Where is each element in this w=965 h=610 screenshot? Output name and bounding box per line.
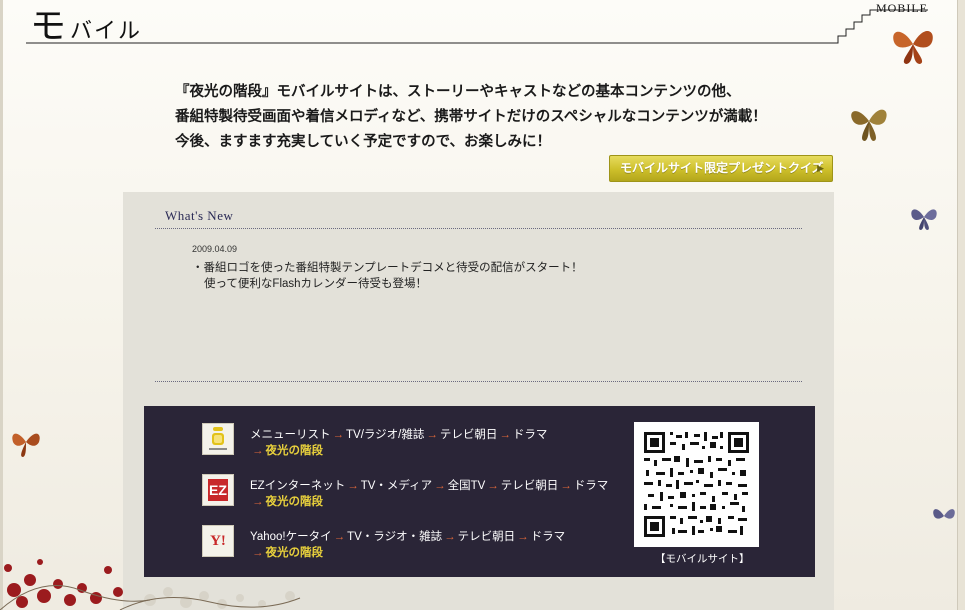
arrow-icon: →: [347, 480, 359, 492]
page-title-big: モ: [30, 6, 67, 46]
whats-new-title: What's New: [165, 208, 234, 223]
path-step: テレビ朝日: [439, 429, 498, 441]
arrow-icon: →: [426, 429, 438, 441]
access-destination-ezweb: → 夜光の階段: [250, 493, 323, 509]
qr-code: [644, 432, 749, 537]
path-step: TV・ラジオ・雑誌: [347, 531, 443, 543]
butterfly-icon: [933, 509, 955, 519]
butterfly-icon: [12, 433, 40, 457]
arrow-icon: →: [560, 480, 572, 492]
page-title-small: バイル: [70, 18, 143, 43]
imode-logo: [209, 427, 227, 450]
play-arrow-icon: ▶: [817, 163, 824, 173]
ezweb-logo: EZ: [208, 479, 228, 501]
path-step: メニューリスト: [250, 429, 331, 441]
access-path-imode: メニューリスト → TV/ラジオ/雑誌 → テレビ朝日 → ドラマ: [250, 426, 547, 442]
path-step: 全国TV: [447, 480, 486, 492]
butterfly-icon: [893, 30, 933, 64]
present-quiz-label: モバイルサイト限定プレゼントクイズ: [620, 161, 824, 175]
intro-line: 番組特製待受画面や着信メロディなど、携帯サイトだけのスペシャルなコンテンツが満載…: [175, 109, 767, 125]
intro-line: 『夜光の階段』モバイルサイトは、ストーリーやキャストなどの基本コンテンツの他、: [175, 84, 741, 100]
path-step: ドラマ: [573, 480, 609, 492]
qr-caption: 【モバイルサイト】: [655, 553, 750, 565]
flower-decoration-icon: [0, 559, 301, 610]
path-step: テレビ朝日: [457, 531, 516, 543]
arrow-icon: →: [499, 429, 511, 441]
arrow-icon: →: [252, 445, 264, 457]
path-step: ドラマ: [530, 531, 566, 543]
arrow-icon: →: [517, 531, 529, 543]
arrow-icon: →: [252, 496, 264, 508]
news-item-text: ・番組ロゴを使った番組特製テンプレートデコメと待受の配信がスタート！: [192, 262, 583, 274]
butterfly-icon: [911, 209, 937, 230]
destination-label: 夜光の階段: [265, 445, 324, 457]
arrow-icon: →: [487, 480, 499, 492]
dotted-divider: [155, 228, 802, 229]
frame-right-edge: [957, 0, 965, 610]
imode-icon: [202, 423, 234, 455]
ezweb-icon: EZ: [202, 474, 234, 506]
intro-line: 今後、ますます充実していく予定ですので、お楽しみに！: [175, 134, 551, 150]
arrow-icon: →: [332, 429, 345, 441]
header-rule: [26, 9, 928, 44]
path-step: TV・メディア: [360, 480, 433, 492]
path-step: テレビ朝日: [500, 480, 559, 492]
frame-left-edge: [0, 0, 3, 610]
destination-label: 夜光の階段: [265, 496, 324, 508]
intro-text: 『夜光の階段』モバイルサイトは、ストーリーやキャストなどの基本コンテンツの他、 …: [175, 80, 815, 155]
access-path-ezweb: EZインターネット → TV・メディア → 全国TV → テレビ朝日 → ドラマ: [250, 477, 608, 493]
qr-code-icon: [634, 422, 759, 547]
present-quiz-button[interactable]: モバイルサイト限定プレゼントクイズ ▶: [609, 155, 833, 182]
path-step: ドラマ: [512, 429, 548, 441]
page-title: モバイル: [30, 6, 142, 46]
news-item-text: 使って便利なFlashカレンダー待受も登場！: [204, 278, 428, 290]
arrow-icon: →: [333, 531, 346, 543]
path-step: EZインターネット: [250, 480, 346, 492]
section-label-en: MOBILE: [876, 1, 928, 15]
dotted-divider: [155, 381, 802, 382]
arrow-icon: →: [444, 531, 456, 543]
access-destination-imode: → 夜光の階段: [250, 442, 323, 458]
arrow-icon: →: [434, 480, 446, 492]
butterfly-icon: [851, 109, 887, 141]
path-step: TV/ラジオ/雑誌: [346, 429, 425, 441]
news-date: 2009.04.09: [192, 244, 238, 254]
